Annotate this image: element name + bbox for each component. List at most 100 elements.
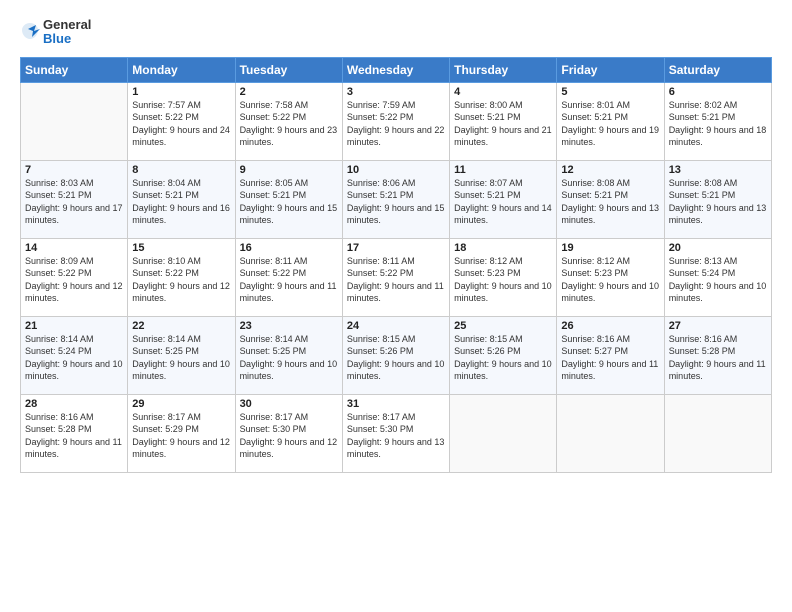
logo-general-text: General xyxy=(43,18,91,32)
day-number: 3 xyxy=(347,86,445,98)
calendar-cell: 10Sunrise: 8:06 AMSunset: 5:21 PMDayligh… xyxy=(342,160,449,238)
day-header: Sunday xyxy=(21,57,128,82)
day-number: 9 xyxy=(240,164,338,176)
cell-details: Sunrise: 7:59 AMSunset: 5:22 PMDaylight:… xyxy=(347,99,445,149)
page: General Blue SundayMondayTuesdayWednesda… xyxy=(0,0,792,612)
calendar-cell xyxy=(557,394,664,472)
calendar-body: 1Sunrise: 7:57 AMSunset: 5:22 PMDaylight… xyxy=(21,82,772,472)
cell-details: Sunrise: 8:12 AMSunset: 5:23 PMDaylight:… xyxy=(561,255,659,305)
calendar-cell: 14Sunrise: 8:09 AMSunset: 5:22 PMDayligh… xyxy=(21,238,128,316)
day-number: 1 xyxy=(132,86,230,98)
cell-details: Sunrise: 8:16 AMSunset: 5:28 PMDaylight:… xyxy=(669,333,767,383)
cell-details: Sunrise: 8:08 AMSunset: 5:21 PMDaylight:… xyxy=(561,177,659,227)
calendar-cell: 4Sunrise: 8:00 AMSunset: 5:21 PMDaylight… xyxy=(450,82,557,160)
calendar-week-row: 28Sunrise: 8:16 AMSunset: 5:28 PMDayligh… xyxy=(21,394,772,472)
day-header: Thursday xyxy=(450,57,557,82)
day-number: 8 xyxy=(132,164,230,176)
cell-details: Sunrise: 8:15 AMSunset: 5:26 PMDaylight:… xyxy=(347,333,445,383)
cell-details: Sunrise: 8:04 AMSunset: 5:21 PMDaylight:… xyxy=(132,177,230,227)
day-number: 22 xyxy=(132,320,230,332)
cell-details: Sunrise: 8:05 AMSunset: 5:21 PMDaylight:… xyxy=(240,177,338,227)
calendar-cell xyxy=(450,394,557,472)
cell-details: Sunrise: 8:11 AMSunset: 5:22 PMDaylight:… xyxy=(240,255,338,305)
calendar-cell: 13Sunrise: 8:08 AMSunset: 5:21 PMDayligh… xyxy=(664,160,771,238)
calendar-cell: 3Sunrise: 7:59 AMSunset: 5:22 PMDaylight… xyxy=(342,82,449,160)
day-number: 7 xyxy=(25,164,123,176)
cell-details: Sunrise: 8:09 AMSunset: 5:22 PMDaylight:… xyxy=(25,255,123,305)
calendar-week-row: 14Sunrise: 8:09 AMSunset: 5:22 PMDayligh… xyxy=(21,238,772,316)
cell-details: Sunrise: 8:07 AMSunset: 5:21 PMDaylight:… xyxy=(454,177,552,227)
day-number: 17 xyxy=(347,242,445,254)
calendar-cell xyxy=(21,82,128,160)
calendar-cell: 30Sunrise: 8:17 AMSunset: 5:30 PMDayligh… xyxy=(235,394,342,472)
day-number: 10 xyxy=(347,164,445,176)
day-header: Monday xyxy=(128,57,235,82)
day-number: 27 xyxy=(669,320,767,332)
day-number: 31 xyxy=(347,398,445,410)
cell-details: Sunrise: 8:14 AMSunset: 5:25 PMDaylight:… xyxy=(132,333,230,383)
day-number: 15 xyxy=(132,242,230,254)
day-number: 5 xyxy=(561,86,659,98)
calendar-cell: 31Sunrise: 8:17 AMSunset: 5:30 PMDayligh… xyxy=(342,394,449,472)
calendar-week-row: 7Sunrise: 8:03 AMSunset: 5:21 PMDaylight… xyxy=(21,160,772,238)
calendar-week-row: 21Sunrise: 8:14 AMSunset: 5:24 PMDayligh… xyxy=(21,316,772,394)
day-header: Wednesday xyxy=(342,57,449,82)
cell-details: Sunrise: 8:02 AMSunset: 5:21 PMDaylight:… xyxy=(669,99,767,149)
logo-bird-icon xyxy=(20,21,40,43)
day-number: 13 xyxy=(669,164,767,176)
cell-details: Sunrise: 8:14 AMSunset: 5:24 PMDaylight:… xyxy=(25,333,123,383)
cell-details: Sunrise: 8:13 AMSunset: 5:24 PMDaylight:… xyxy=(669,255,767,305)
day-number: 26 xyxy=(561,320,659,332)
day-header: Friday xyxy=(557,57,664,82)
calendar-cell: 24Sunrise: 8:15 AMSunset: 5:26 PMDayligh… xyxy=(342,316,449,394)
calendar-cell: 11Sunrise: 8:07 AMSunset: 5:21 PMDayligh… xyxy=(450,160,557,238)
cell-details: Sunrise: 8:08 AMSunset: 5:21 PMDaylight:… xyxy=(669,177,767,227)
day-number: 16 xyxy=(240,242,338,254)
day-number: 25 xyxy=(454,320,552,332)
cell-details: Sunrise: 8:16 AMSunset: 5:27 PMDaylight:… xyxy=(561,333,659,383)
calendar-cell: 8Sunrise: 8:04 AMSunset: 5:21 PMDaylight… xyxy=(128,160,235,238)
cell-details: Sunrise: 8:16 AMSunset: 5:28 PMDaylight:… xyxy=(25,411,123,461)
day-number: 29 xyxy=(132,398,230,410)
calendar-week-row: 1Sunrise: 7:57 AMSunset: 5:22 PMDaylight… xyxy=(21,82,772,160)
calendar-cell: 5Sunrise: 8:01 AMSunset: 5:21 PMDaylight… xyxy=(557,82,664,160)
cell-details: Sunrise: 8:10 AMSunset: 5:22 PMDaylight:… xyxy=(132,255,230,305)
calendar-cell: 1Sunrise: 7:57 AMSunset: 5:22 PMDaylight… xyxy=(128,82,235,160)
cell-details: Sunrise: 7:58 AMSunset: 5:22 PMDaylight:… xyxy=(240,99,338,149)
cell-details: Sunrise: 8:12 AMSunset: 5:23 PMDaylight:… xyxy=(454,255,552,305)
header: General Blue xyxy=(20,18,772,47)
cell-details: Sunrise: 8:17 AMSunset: 5:30 PMDaylight:… xyxy=(240,411,338,461)
calendar-cell: 23Sunrise: 8:14 AMSunset: 5:25 PMDayligh… xyxy=(235,316,342,394)
calendar-cell: 6Sunrise: 8:02 AMSunset: 5:21 PMDaylight… xyxy=(664,82,771,160)
day-header: Tuesday xyxy=(235,57,342,82)
calendar-cell: 29Sunrise: 8:17 AMSunset: 5:29 PMDayligh… xyxy=(128,394,235,472)
cell-details: Sunrise: 8:03 AMSunset: 5:21 PMDaylight:… xyxy=(25,177,123,227)
calendar-cell: 9Sunrise: 8:05 AMSunset: 5:21 PMDaylight… xyxy=(235,160,342,238)
calendar-cell: 12Sunrise: 8:08 AMSunset: 5:21 PMDayligh… xyxy=(557,160,664,238)
calendar-cell: 28Sunrise: 8:16 AMSunset: 5:28 PMDayligh… xyxy=(21,394,128,472)
calendar-cell: 27Sunrise: 8:16 AMSunset: 5:28 PMDayligh… xyxy=(664,316,771,394)
cell-details: Sunrise: 8:17 AMSunset: 5:29 PMDaylight:… xyxy=(132,411,230,461)
cell-details: Sunrise: 8:15 AMSunset: 5:26 PMDaylight:… xyxy=(454,333,552,383)
cell-details: Sunrise: 8:11 AMSunset: 5:22 PMDaylight:… xyxy=(347,255,445,305)
day-number: 21 xyxy=(25,320,123,332)
cell-details: Sunrise: 8:00 AMSunset: 5:21 PMDaylight:… xyxy=(454,99,552,149)
calendar-cell: 17Sunrise: 8:11 AMSunset: 5:22 PMDayligh… xyxy=(342,238,449,316)
calendar-cell: 7Sunrise: 8:03 AMSunset: 5:21 PMDaylight… xyxy=(21,160,128,238)
calendar-cell: 21Sunrise: 8:14 AMSunset: 5:24 PMDayligh… xyxy=(21,316,128,394)
calendar-cell: 22Sunrise: 8:14 AMSunset: 5:25 PMDayligh… xyxy=(128,316,235,394)
day-number: 6 xyxy=(669,86,767,98)
day-number: 14 xyxy=(25,242,123,254)
day-number: 20 xyxy=(669,242,767,254)
calendar-cell xyxy=(664,394,771,472)
day-number: 19 xyxy=(561,242,659,254)
calendar-cell: 2Sunrise: 7:58 AMSunset: 5:22 PMDaylight… xyxy=(235,82,342,160)
day-number: 28 xyxy=(25,398,123,410)
cell-details: Sunrise: 8:17 AMSunset: 5:30 PMDaylight:… xyxy=(347,411,445,461)
day-number: 2 xyxy=(240,86,338,98)
cell-details: Sunrise: 7:57 AMSunset: 5:22 PMDaylight:… xyxy=(132,99,230,149)
logo-blue-text: Blue xyxy=(43,32,91,46)
calendar-cell: 20Sunrise: 8:13 AMSunset: 5:24 PMDayligh… xyxy=(664,238,771,316)
calendar-cell: 18Sunrise: 8:12 AMSunset: 5:23 PMDayligh… xyxy=(450,238,557,316)
day-number: 23 xyxy=(240,320,338,332)
